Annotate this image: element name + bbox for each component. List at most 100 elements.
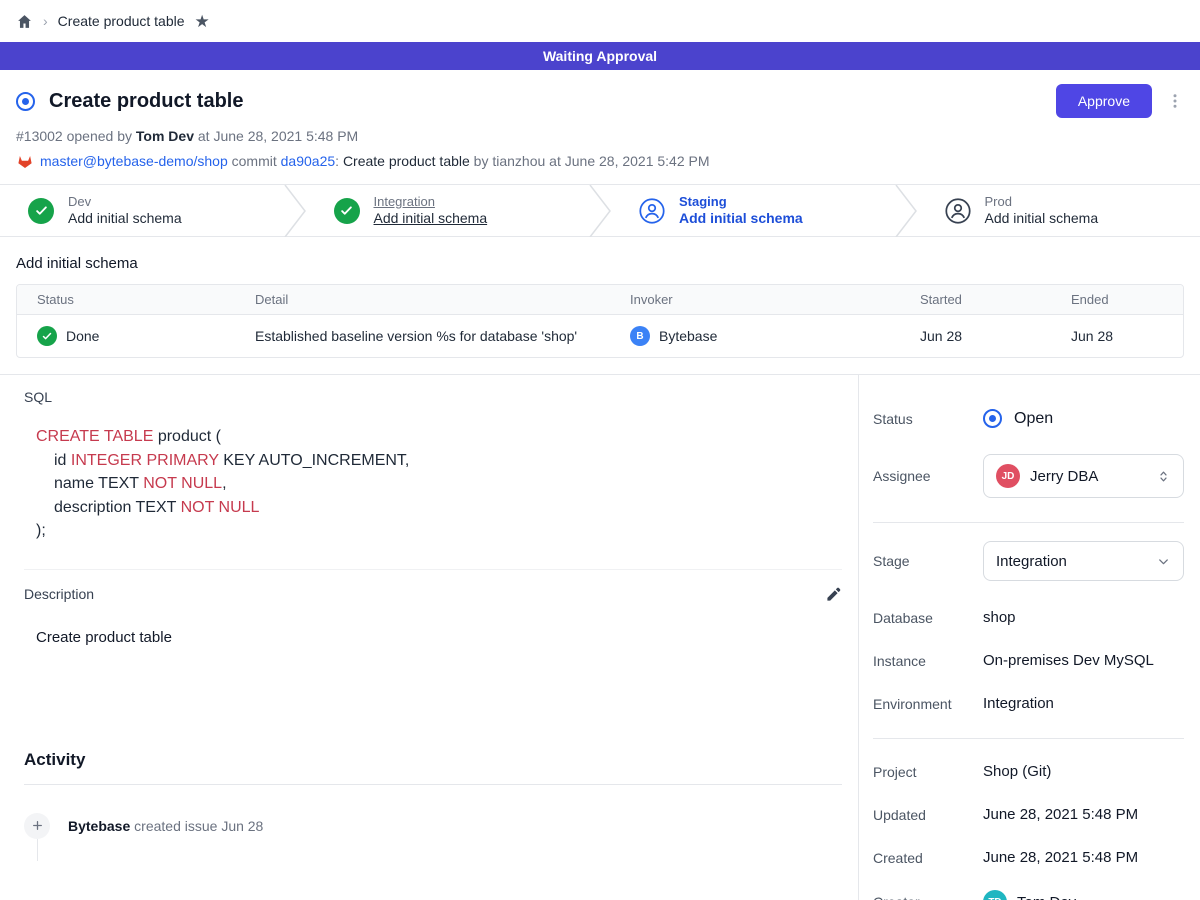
description-label: Description [24, 586, 94, 602]
task-detail: Established baseline version %s for data… [235, 317, 610, 355]
stage-task-label: Add initial schema [985, 210, 1099, 228]
task-started: Jun 28 [900, 317, 1051, 355]
stage-label: Stage [873, 553, 983, 569]
stage-done-check-icon [28, 198, 54, 224]
issue-sidebar: Status Open Assignee JD Jerry DBA Stage … [858, 375, 1200, 900]
status-value: Open [1014, 410, 1053, 428]
status-banner-text: Waiting Approval [543, 48, 657, 64]
pipeline-stage-bar: Dev Add initial schema Integration Add i… [0, 185, 1200, 237]
database-value: shop [983, 609, 1016, 626]
breadcrumb: › Create product table ★ [0, 0, 1200, 42]
task-section: Add initial schema Status Detail Invoker… [0, 237, 1200, 375]
vcs-commit-line: master@bytebase-demo/shop commit da90a25… [16, 152, 1184, 170]
assignee-select[interactable]: JD Jerry DBA [983, 454, 1184, 498]
approve-button[interactable]: Approve [1056, 84, 1152, 118]
stage-value: Integration [996, 553, 1146, 570]
stage-staging[interactable]: Staging Add initial schema [611, 185, 895, 236]
stage-row: Stage Integration [873, 541, 1184, 581]
stage-dev[interactable]: Dev Add initial schema [0, 185, 284, 236]
commit-message: Create product table [343, 153, 470, 169]
project-value: Shop (Git) [983, 763, 1051, 780]
commit-hash-link[interactable]: da90a25 [281, 153, 336, 169]
table-header-row: Status Detail Invoker Started Ended [17, 285, 1183, 315]
activity-action: created issue Jun 28 [130, 818, 263, 834]
up-down-chevron-icon [1156, 468, 1171, 485]
branch-repo-link[interactable]: master@bytebase-demo/shop [40, 153, 228, 169]
issue-author: Tom Dev [136, 128, 194, 144]
issue-id-text: #13002 opened by [16, 128, 136, 144]
task-ended: Jun 28 [1051, 317, 1183, 355]
creator-avatar: TD [983, 890, 1007, 900]
column-detail: Detail [235, 285, 610, 314]
activity-heading: Activity [24, 750, 842, 770]
status-label: Status [873, 411, 983, 427]
main-content: SQL CREATE TABLE product ( id INTEGER PR… [0, 375, 858, 900]
stage-separator [589, 185, 611, 237]
created-label: Created [873, 850, 983, 866]
main-area: SQL CREATE TABLE product ( id INTEGER PR… [0, 375, 1200, 900]
stage-separator [284, 185, 306, 237]
stage-task-label: Add initial schema [68, 210, 182, 228]
database-label: Database [873, 610, 983, 626]
sql-code-block: CREATE TABLE product ( id INTEGER PRIMAR… [36, 425, 842, 543]
stage-env-label: Prod [985, 194, 1099, 210]
stage-env-label: Dev [68, 194, 182, 210]
created-value: June 28, 2021 5:48 PM [983, 849, 1138, 866]
updated-label: Updated [873, 807, 983, 823]
stage-env-label: Integration [374, 194, 488, 210]
chevron-down-icon [1156, 554, 1171, 569]
stage-pending-person-icon [639, 198, 665, 224]
stage-done-check-icon [334, 198, 360, 224]
invoker-avatar: B [630, 326, 650, 346]
created-row: Created June 28, 2021 5:48 PM [873, 849, 1184, 866]
table-row: Done Established baseline version %s for… [17, 315, 1183, 357]
stage-prod[interactable]: Prod Add initial schema [917, 185, 1200, 236]
vcs-line-text: master@bytebase-demo/shop commit da90a25… [40, 153, 710, 169]
updated-value: June 28, 2021 5:48 PM [983, 806, 1138, 823]
divider [24, 569, 842, 570]
kebab-menu-icon[interactable] [1166, 90, 1184, 112]
activity-item: Bytebase created issue Jun 28 [24, 813, 842, 839]
instance-value: On-premises Dev MySQL [983, 652, 1154, 669]
favorite-star-icon[interactable]: ★ [195, 13, 210, 30]
instance-row: Instance On-premises Dev MySQL [873, 652, 1184, 669]
environment-value: Integration [983, 695, 1054, 712]
updated-row: Updated June 28, 2021 5:48 PM [873, 806, 1184, 823]
home-icon[interactable] [16, 13, 33, 30]
column-invoker: Invoker [610, 285, 900, 314]
task-done-check-icon [37, 326, 57, 346]
status-banner: Waiting Approval [0, 42, 1200, 70]
commit-author-time: by tianzhou at June 28, 2021 5:42 PM [470, 153, 710, 169]
edit-pencil-icon[interactable] [825, 586, 842, 603]
stage-task-label: Add initial schema [374, 210, 488, 228]
task-status: Done [66, 328, 99, 344]
assignee-label: Assignee [873, 468, 983, 484]
gitlab-icon [16, 152, 34, 170]
instance-label: Instance [873, 653, 983, 669]
assignee-row: Assignee JD Jerry DBA [873, 454, 1184, 498]
sidebar-divider [873, 522, 1184, 523]
environment-row: Environment Integration [873, 695, 1184, 712]
issue-timestamp: at June 28, 2021 5:48 PM [194, 128, 358, 144]
environment-label: Environment [873, 696, 983, 712]
issue-meta: #13002 opened by Tom Dev at June 28, 202… [16, 128, 1184, 144]
creator-value: Tom Dev [1017, 894, 1076, 900]
creator-label: Creator [873, 894, 983, 900]
sidebar-divider [873, 738, 1184, 739]
description-text: Create product table [36, 629, 842, 646]
stage-integration[interactable]: Integration Add initial schema [306, 185, 590, 236]
assignee-value: Jerry DBA [1030, 468, 1146, 485]
column-ended: Ended [1051, 285, 1183, 314]
task-table: Status Detail Invoker Started Ended Done… [16, 284, 1184, 358]
task-heading: Add initial schema [16, 255, 1184, 272]
divider [24, 784, 842, 785]
activity-actor: Bytebase [68, 818, 130, 834]
commit-label: commit [228, 153, 281, 169]
colon: : [335, 153, 343, 169]
page-title: Create product table [49, 90, 243, 113]
project-label: Project [873, 764, 983, 780]
plus-icon [24, 813, 50, 839]
sql-label: SQL [24, 389, 842, 405]
stage-select[interactable]: Integration [983, 541, 1184, 581]
creator-row: Creator TD Tom Dev [873, 890, 1184, 900]
